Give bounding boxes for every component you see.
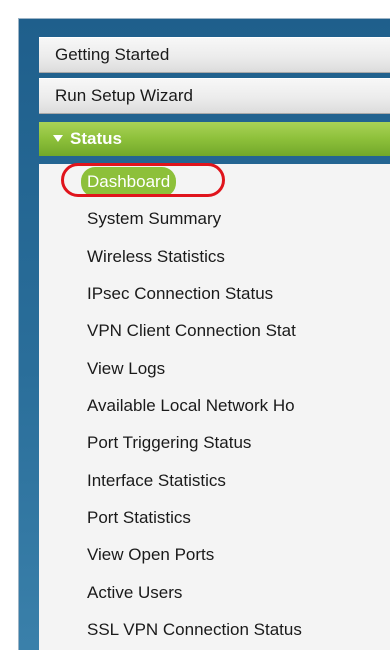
submenu-item-system-summary[interactable]: System Summary [87,204,221,234]
submenu-item-port-statistics[interactable]: Port Statistics [87,503,191,533]
menu-item-label: Getting Started [55,45,170,64]
status-submenu: Dashboard System Summary Wireless Statis… [39,164,390,650]
submenu-item-label: VPN Client Connection Stat [87,321,296,340]
menu-item-label: Run Setup Wizard [55,86,193,105]
submenu-item-ssl-vpn-connection-status[interactable]: SSL VPN Connection Status [87,615,302,645]
submenu-item-ipsec-connection-status[interactable]: IPsec Connection Status [87,279,273,309]
submenu-item-wireless-statistics[interactable]: Wireless Statistics [87,242,225,272]
submenu-item-vpn-client-connection-status[interactable]: VPN Client Connection Stat [87,316,296,346]
submenu-item-label: View Logs [87,359,166,378]
submenu-item-label: Interface Statistics [87,471,226,490]
submenu-item-label: SSL VPN Connection Status [87,620,302,639]
menu-section-status[interactable]: Status [39,122,390,156]
navigation-panel: Getting Started Run Setup Wizard Status … [18,18,390,650]
submenu-item-label: View Open Ports [87,545,215,564]
submenu-item-port-triggering-status[interactable]: Port Triggering Status [87,428,251,458]
expand-arrow-icon [53,135,63,143]
submenu-item-label: System Summary [87,209,222,228]
submenu-item-label: Port Triggering Status [87,433,252,452]
submenu-item-label: Port Statistics [87,508,191,527]
submenu-item-view-logs[interactable]: View Logs [87,354,165,384]
menu-item-run-setup-wizard[interactable]: Run Setup Wizard [39,78,390,114]
menu-item-getting-started[interactable]: Getting Started [39,37,390,73]
submenu-item-label: IPsec Connection Status [87,284,274,303]
submenu-item-view-open-ports[interactable]: View Open Ports [87,540,214,570]
submenu-item-interface-statistics[interactable]: Interface Statistics [87,466,226,496]
submenu-item-label: Dashboard [87,172,171,191]
submenu-item-active-users[interactable]: Active Users [87,578,182,608]
submenu-item-available-local-network-hosts[interactable]: Available Local Network Ho [87,391,295,421]
menu-section-label: Status [70,129,122,148]
submenu-item-label: Available Local Network Ho [87,396,295,415]
submenu-item-label: Active Users [87,583,183,602]
submenu-item-dashboard[interactable]: Dashboard [81,167,177,197]
submenu-item-label: Wireless Statistics [87,247,225,266]
